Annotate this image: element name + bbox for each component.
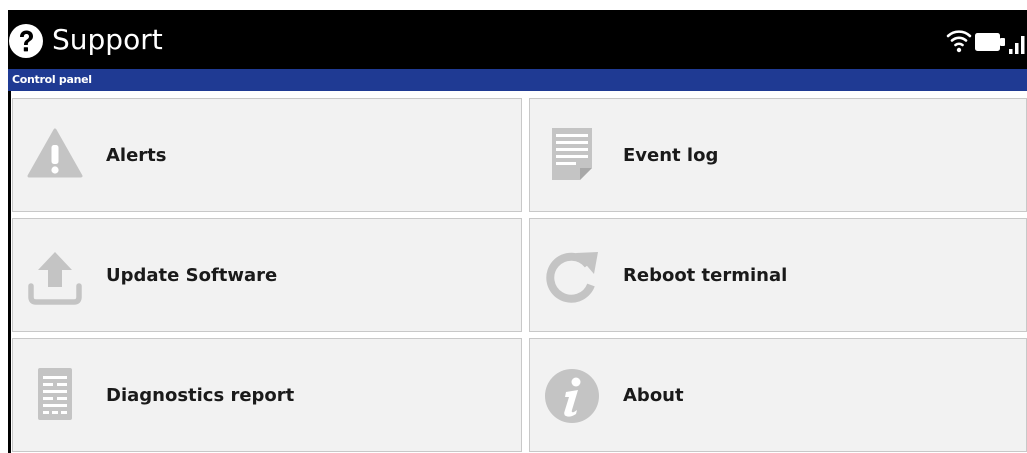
app-title: Support (52, 23, 163, 56)
app-window: Support Control panel Alerts Event log U… (8, 10, 1027, 453)
tile-grid: Alerts Event log Update Software Reboot … (8, 91, 1027, 453)
about-tile[interactable]: About (529, 338, 1027, 452)
warning-icon (27, 128, 83, 178)
signal-bars-icon (1009, 36, 1025, 54)
battery-icon (975, 33, 1005, 51)
alerts-tile[interactable]: Alerts (12, 98, 522, 212)
refresh-icon (546, 252, 598, 303)
window-edge (8, 91, 11, 453)
status-icons (946, 24, 1027, 58)
update-software-tile[interactable]: Update Software (12, 218, 522, 332)
diagnostics-report-label: Diagnostics report (106, 384, 295, 406)
reboot-terminal-tile[interactable]: Reboot terminal (529, 218, 1027, 332)
document-log-icon (552, 128, 592, 180)
reboot-terminal-label: Reboot terminal (623, 264, 788, 286)
event-log-tile[interactable]: Event log (529, 98, 1027, 212)
upload-icon (28, 252, 82, 305)
update-software-label: Update Software (106, 264, 278, 286)
help-circle-icon (9, 24, 43, 58)
breadcrumb: Control panel (8, 69, 1027, 91)
wifi-icon (946, 30, 972, 53)
about-label: About (623, 384, 684, 406)
diagnostics-report-tile[interactable]: Diagnostics report (12, 338, 522, 452)
title-bar: Support (8, 10, 1027, 69)
info-icon (545, 369, 599, 423)
event-log-label: Event log (623, 144, 719, 166)
report-icon (38, 368, 72, 420)
alerts-label: Alerts (106, 144, 167, 166)
breadcrumb-label[interactable]: Control panel (12, 72, 92, 87)
